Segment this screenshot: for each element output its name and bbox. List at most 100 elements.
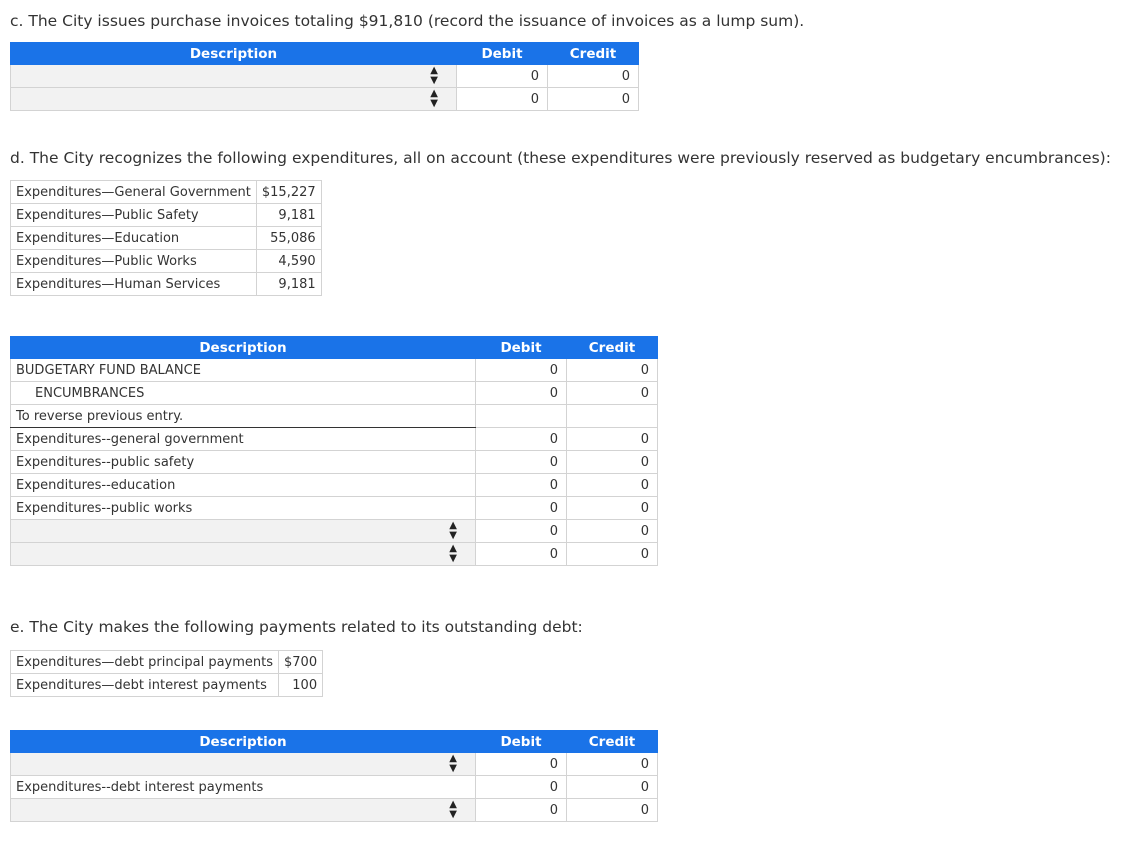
- credit-input[interactable]: 0: [566, 381, 658, 405]
- part-e-info-table: Expenditures—debt principal payments $700…: [9, 650, 324, 697]
- info-amount: $15,227: [255, 180, 322, 204]
- up-down-arrows-icon: ▲ ▼: [449, 520, 457, 541]
- debit-header: Debit: [475, 730, 567, 753]
- up-down-arrows-icon: ▲ ▼: [449, 799, 457, 820]
- credit-input[interactable]: 0: [547, 64, 639, 88]
- credit-header: Credit: [566, 730, 658, 753]
- part-e-prompt: e. The City makes the following payments…: [10, 618, 583, 636]
- debit-input[interactable]: 0: [475, 450, 567, 474]
- info-label: Expenditures—Public Safety: [10, 203, 257, 227]
- info-row: Expenditures—Education 55,086: [10, 226, 322, 250]
- info-row: Expenditures—Public Works 4,590: [10, 249, 322, 273]
- description-header: Description: [10, 730, 476, 753]
- entry-explanation: To reverse previous entry.: [10, 404, 476, 428]
- table-row: ▲ ▼ 0 0: [10, 542, 658, 566]
- part-c-journal-table: Description Debit Credit ▲ ▼ 0 0 ▲ ▼ 0 0: [10, 42, 639, 111]
- table-row: ▲ ▼ 0 0: [10, 519, 658, 543]
- description-header: Description: [10, 42, 457, 65]
- table-row: Expenditures--general government 0 0: [10, 427, 658, 451]
- info-row: Expenditures—Public Safety 9,181: [10, 203, 322, 227]
- table-row: Expenditures--debt interest payments 0 0: [10, 775, 658, 799]
- table-row: Expenditures--education 0 0: [10, 473, 658, 497]
- info-label: Expenditures—debt principal payments: [9, 650, 280, 674]
- debit-header: Debit: [475, 336, 567, 359]
- info-amount: 55,086: [255, 226, 322, 250]
- debit-input[interactable]: 0: [475, 358, 567, 382]
- debit-header: Debit: [456, 42, 548, 65]
- info-label: Expenditures—Public Works: [10, 249, 257, 273]
- credit-input[interactable]: 0: [566, 752, 658, 776]
- table-row: BUDGETARY FUND BALANCE 0 0: [10, 358, 658, 382]
- account-select[interactable]: ▲ ▼: [10, 798, 476, 822]
- table-row: ▲ ▼ 0 0: [10, 87, 639, 111]
- info-label: Expenditures—debt interest payments: [9, 673, 280, 697]
- account-select[interactable]: ▲ ▼: [10, 64, 457, 88]
- part-d-prompt: d. The City recognizes the following exp…: [10, 149, 1111, 167]
- part-d-info-table: Expenditures—General Government $15,227 E…: [10, 180, 322, 296]
- debit-input[interactable]: 0: [475, 752, 567, 776]
- credit-header: Credit: [566, 336, 658, 359]
- account-select[interactable]: ▲ ▼: [10, 752, 476, 776]
- debit-input[interactable]: 0: [475, 381, 567, 405]
- table-row: To reverse previous entry.: [10, 404, 658, 428]
- info-label: Expenditures—Education: [10, 226, 257, 250]
- account-select[interactable]: ▲ ▼: [10, 519, 476, 543]
- info-label: Expenditures—Human Services: [10, 272, 257, 296]
- debit-input[interactable]: 0: [456, 64, 548, 88]
- info-row: Expenditures—General Government $15,227: [10, 180, 322, 204]
- debit-input[interactable]: 0: [475, 775, 567, 799]
- info-row: Expenditures—debt principal payments $700: [9, 650, 324, 674]
- info-amount: 100: [278, 673, 324, 697]
- up-down-arrows-icon: ▲ ▼: [449, 753, 457, 774]
- debit-input[interactable]: 0: [475, 798, 567, 822]
- account-cell: Expenditures--education: [10, 473, 476, 497]
- table-row: ▲ ▼ 0 0: [10, 64, 639, 88]
- debit-input[interactable]: 0: [475, 519, 567, 543]
- credit-input[interactable]: 0: [566, 358, 658, 382]
- table-row: ENCUMBRANCES 0 0: [10, 381, 658, 405]
- empty-cell: [475, 404, 567, 428]
- debit-input[interactable]: 0: [475, 496, 567, 520]
- up-down-arrows-icon: ▲ ▼: [430, 65, 438, 86]
- account-cell: BUDGETARY FUND BALANCE: [10, 358, 476, 382]
- account-cell: Expenditures--debt interest payments: [10, 775, 476, 799]
- account-select[interactable]: ▲ ▼: [10, 542, 476, 566]
- table-row: ▲ ▼ 0 0: [10, 798, 658, 822]
- up-down-arrows-icon: ▲ ▼: [449, 543, 457, 564]
- up-down-arrows-icon: ▲ ▼: [430, 88, 438, 109]
- account-cell: ENCUMBRANCES: [10, 381, 476, 405]
- debit-input[interactable]: 0: [475, 427, 567, 451]
- account-cell: Expenditures--general government: [10, 427, 476, 451]
- info-amount: 9,181: [255, 272, 322, 296]
- credit-input[interactable]: 0: [566, 542, 658, 566]
- part-d-journal-table: Description Debit Credit BUDGETARY FUND …: [10, 336, 658, 566]
- credit-input[interactable]: 0: [566, 473, 658, 497]
- table-row: Expenditures--public works 0 0: [10, 496, 658, 520]
- credit-header: Credit: [547, 42, 639, 65]
- account-cell: Expenditures--public works: [10, 496, 476, 520]
- credit-input[interactable]: 0: [566, 496, 658, 520]
- credit-input[interactable]: 0: [566, 775, 658, 799]
- credit-input[interactable]: 0: [566, 798, 658, 822]
- info-label: Expenditures—General Government: [10, 180, 257, 204]
- credit-input[interactable]: 0: [547, 87, 639, 111]
- debit-input[interactable]: 0: [456, 87, 548, 111]
- table-row: Expenditures--public safety 0 0: [10, 450, 658, 474]
- empty-cell: [566, 404, 658, 428]
- account-select[interactable]: ▲ ▼: [10, 87, 457, 111]
- description-header: Description: [10, 336, 476, 359]
- account-cell: Expenditures--public safety: [10, 450, 476, 474]
- credit-input[interactable]: 0: [566, 427, 658, 451]
- table-header-row: Description Debit Credit: [10, 336, 658, 359]
- part-c-prompt: c. The City issues purchase invoices tot…: [10, 12, 805, 30]
- credit-input[interactable]: 0: [566, 450, 658, 474]
- debit-input[interactable]: 0: [475, 473, 567, 497]
- table-header-row: Description Debit Credit: [10, 730, 658, 753]
- credit-input[interactable]: 0: [566, 519, 658, 543]
- info-amount: $700: [278, 650, 324, 674]
- debit-input[interactable]: 0: [475, 542, 567, 566]
- info-amount: 9,181: [255, 203, 322, 227]
- info-row: Expenditures—Human Services 9,181: [10, 272, 322, 296]
- info-row: Expenditures—debt interest payments 100: [9, 673, 324, 697]
- info-amount: 4,590: [255, 249, 322, 273]
